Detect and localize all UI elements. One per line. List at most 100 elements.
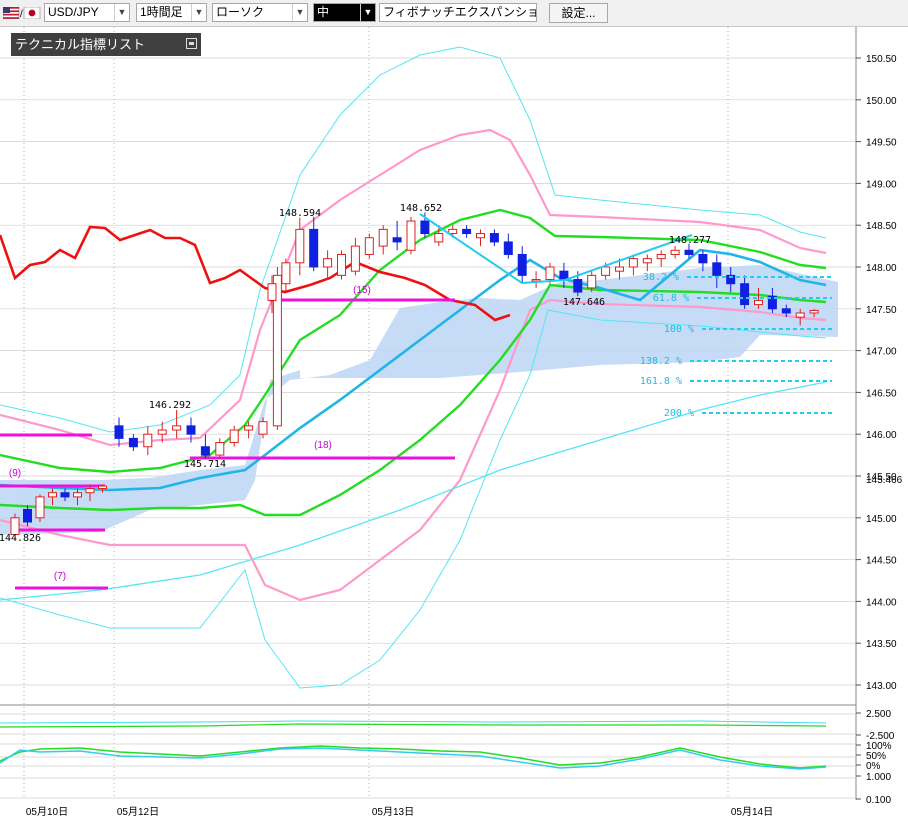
candle [215, 438, 225, 458]
candle [378, 225, 388, 255]
price-tick-label: 145.00 [866, 514, 897, 525]
price-tick-label: 149.00 [866, 179, 897, 190]
ichimoku-base [0, 248, 827, 492]
candle [503, 233, 513, 259]
price-tick-label: 144.00 [866, 597, 897, 608]
candle-body [258, 421, 268, 435]
sub-tick-label: 50% [866, 751, 886, 762]
price-tick-label: 149.50 [866, 138, 897, 149]
candle [323, 250, 333, 280]
candle-body [272, 274, 282, 427]
candle-body [462, 228, 472, 235]
candle-body [517, 253, 527, 276]
candle-body [73, 492, 82, 498]
candle [309, 216, 319, 272]
candle [60, 488, 70, 502]
fib-level-label: 61.8 % [653, 293, 689, 304]
toolbar: / USD/JPY ▼ 1時間足 ▼ ローソク ▼ 中 ▼ フィボナッチエクスパンション… [0, 0, 908, 27]
candle-body [337, 253, 346, 276]
currency-pair-select[interactable]: USD/JPY ▼ [44, 3, 130, 22]
price-tick-label: 147.50 [866, 305, 897, 316]
bb-lower-1 [0, 283, 827, 517]
drawing-tool-value: フィボナッチエクスパンション [383, 5, 537, 19]
drawing-tool-field[interactable]: フィボナッチエクスパンション [379, 3, 537, 22]
indicator-list-label: テクニカル指標リスト [15, 37, 146, 52]
candle [781, 304, 791, 318]
candle-body [489, 233, 499, 243]
candle-body [114, 425, 124, 439]
settings-button[interactable]: 設定... [549, 3, 608, 23]
candle-body [573, 279, 583, 293]
price-label: 146.292 [149, 400, 191, 411]
candle [809, 308, 819, 318]
price-tick-label: 148.00 [866, 263, 897, 274]
edge-price-label: 145.466 [866, 475, 903, 486]
chart-size-select[interactable]: 中 ▼ [313, 3, 376, 22]
candle-body [323, 258, 333, 268]
candle [726, 267, 736, 293]
timeframe-select[interactable]: 1時間足 ▼ [136, 3, 207, 22]
candle [684, 243, 694, 259]
candle [244, 421, 254, 439]
price-tick-label: 144.50 [866, 556, 897, 567]
horizontal-lines [0, 298, 455, 590]
sub-tick-label: 1.000 [866, 772, 891, 783]
candle [601, 262, 611, 280]
chart-type-select[interactable]: ローソク ▼ [212, 3, 308, 22]
price-tick-label: 150.50 [866, 54, 897, 65]
candle [157, 421, 167, 443]
candle-body [350, 245, 360, 272]
candle-body [698, 253, 708, 264]
candle [350, 237, 360, 276]
price-chart[interactable]: 38.2 % 61.8 % 100 % 138.2 % 161.8 % 200 % 144… [0, 0, 908, 821]
candle-body [726, 274, 736, 285]
candle-body [364, 237, 374, 255]
candle [559, 262, 569, 288]
candle [23, 505, 32, 527]
currency-pair-value: USD/JPY [48, 5, 99, 19]
price-label: 148.277 [669, 235, 711, 246]
candle [642, 254, 652, 272]
indicator-list-panel[interactable]: テクニカル指標リスト [11, 33, 201, 56]
stoch-cyan-line [0, 747, 827, 770]
line-label: (18) [314, 440, 332, 451]
candle-body [229, 429, 239, 444]
candle-body [186, 425, 196, 435]
ichimoku-cloud [0, 265, 838, 535]
candle [258, 417, 268, 439]
chart-type-value: ローソク [216, 5, 265, 19]
bollinger-bands [0, 46, 827, 689]
candle-body [309, 228, 319, 268]
candle [281, 258, 291, 293]
chart-labels: 144.826 146.292 145.714 148.594 148.652 147.6… [0, 203, 773, 818]
candle-body [754, 299, 763, 306]
candle [267, 275, 277, 313]
sub-green-line [0, 723, 827, 728]
price-tick-label: 147.00 [866, 347, 897, 358]
candle [670, 246, 680, 259]
candle [420, 212, 430, 238]
chart-size-value: 中 [317, 5, 330, 19]
candle-body [267, 283, 277, 301]
candle-body [378, 228, 388, 247]
candle-body [128, 437, 138, 448]
candle [628, 254, 638, 276]
sub-tick-label: 0.100 [866, 795, 891, 806]
candle-body [642, 258, 652, 264]
candle-body [406, 220, 416, 251]
price-tick-label: 143.50 [866, 639, 897, 650]
candle [531, 271, 541, 288]
candle [656, 250, 666, 267]
candles [10, 212, 819, 536]
candle-body [587, 274, 597, 289]
candle-body [476, 233, 485, 239]
candle-body [10, 517, 20, 536]
candle [114, 417, 124, 447]
collapse-icon[interactable] [186, 38, 197, 49]
candle [172, 409, 182, 439]
date-label: 05月13日 [372, 806, 414, 818]
candle [128, 434, 138, 451]
candle [754, 287, 763, 309]
sub-tick-label: 2.500 [866, 709, 891, 720]
price-label: 147.646 [563, 297, 605, 308]
